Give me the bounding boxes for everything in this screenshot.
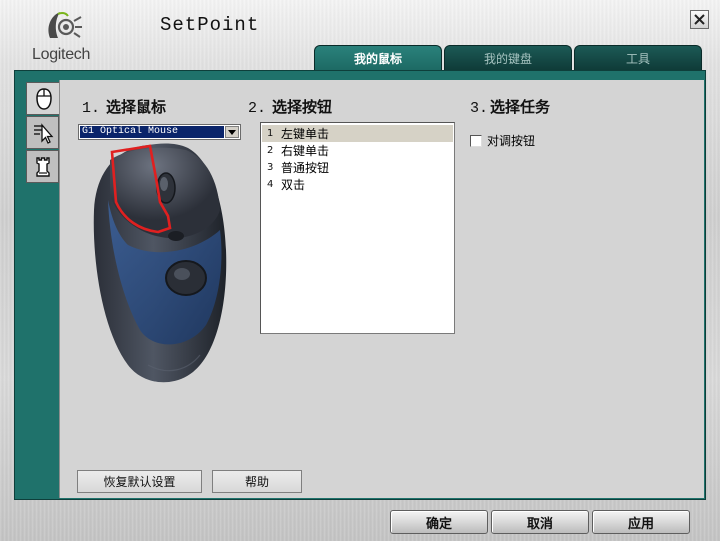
list-item-number: 3 (267, 162, 274, 173)
mouse-icon (36, 87, 52, 110)
list-item-left-click[interactable]: 1 左键单击 (262, 125, 453, 142)
step-1-heading: 1. 选择鼠标 (82, 96, 166, 117)
tab-my-mouse[interactable]: 我的鼠标 (314, 45, 442, 70)
tab-label: 我的鼠标 (353, 51, 402, 66)
list-item-number: 1 (267, 128, 274, 139)
list-item-number: 4 (267, 179, 274, 190)
apply-button[interactable]: 应用 (592, 510, 690, 534)
swap-buttons-checkbox[interactable] (470, 134, 482, 147)
swap-buttons-option[interactable]: 对调按钮 (470, 132, 535, 149)
step-2-label: 选择按钮 (272, 98, 333, 116)
mouse-select-arrow[interactable] (225, 126, 239, 138)
mouse-illustration (88, 140, 238, 390)
list-item-right-click[interactable]: 2 右键单击 (262, 142, 453, 159)
buttons-listbox[interactable]: 1 左键单击 2 右键单击 3 普通按钮 4 双击 (260, 122, 455, 334)
main-tabs: 我的鼠标 我的键盘 工具 (314, 45, 704, 70)
app-title: SetPoint (160, 14, 260, 36)
list-item-number: 2 (267, 145, 274, 156)
mouse-select[interactable]: G1 Optical Mouse (78, 124, 241, 140)
side-tab-game[interactable] (26, 150, 59, 183)
step-1-label: 选择鼠标 (106, 98, 167, 116)
side-tabs (26, 82, 61, 184)
tab-label: 工具 (625, 51, 650, 66)
tab-tools[interactable]: 工具 (574, 45, 702, 70)
close-icon (694, 14, 705, 25)
swap-buttons-label: 对调按钮 (487, 134, 536, 148)
ok-button[interactable]: 确定 (390, 510, 488, 534)
side-tab-mouse[interactable] (26, 82, 61, 115)
step-2-number: 2. (248, 100, 267, 117)
list-item-middle-button[interactable]: 3 普通按钮 (262, 159, 453, 176)
restore-defaults-button[interactable]: 恢复默认设置 (77, 470, 202, 493)
step-3-label: 选择任务 (490, 98, 551, 116)
list-item-label: 右键单击 (281, 144, 330, 158)
logitech-eye-icon (48, 11, 82, 38)
pointer-icon (33, 122, 53, 144)
list-item-label: 普通按钮 (281, 161, 330, 175)
tab-my-keyboard[interactable]: 我的键盘 (444, 45, 572, 70)
help-button[interactable]: 帮助 (212, 470, 302, 493)
tab-label: 我的键盘 (483, 51, 532, 66)
game-piece-icon (35, 156, 50, 177)
cancel-button[interactable]: 取消 (491, 510, 589, 534)
step-2-heading: 2. 选择按钮 (248, 96, 332, 117)
list-item-label: 双击 (281, 178, 306, 192)
list-item-label: 左键单击 (281, 127, 330, 141)
mouse-select-value: G1 Optical Mouse (80, 126, 224, 138)
list-item-double-click[interactable]: 4 双击 (262, 176, 453, 193)
mouse-image (93, 143, 227, 383)
step-3-number: 3. (470, 100, 489, 117)
side-tab-pointer[interactable] (26, 116, 59, 149)
logitech-logo: Logitech (30, 10, 96, 66)
chevron-down-icon (228, 129, 236, 135)
logo-text: Logitech (32, 46, 91, 63)
close-button[interactable] (690, 10, 709, 29)
step-1-number: 1. (82, 100, 101, 117)
step-3-heading: 3. 选择任务 (470, 96, 550, 117)
